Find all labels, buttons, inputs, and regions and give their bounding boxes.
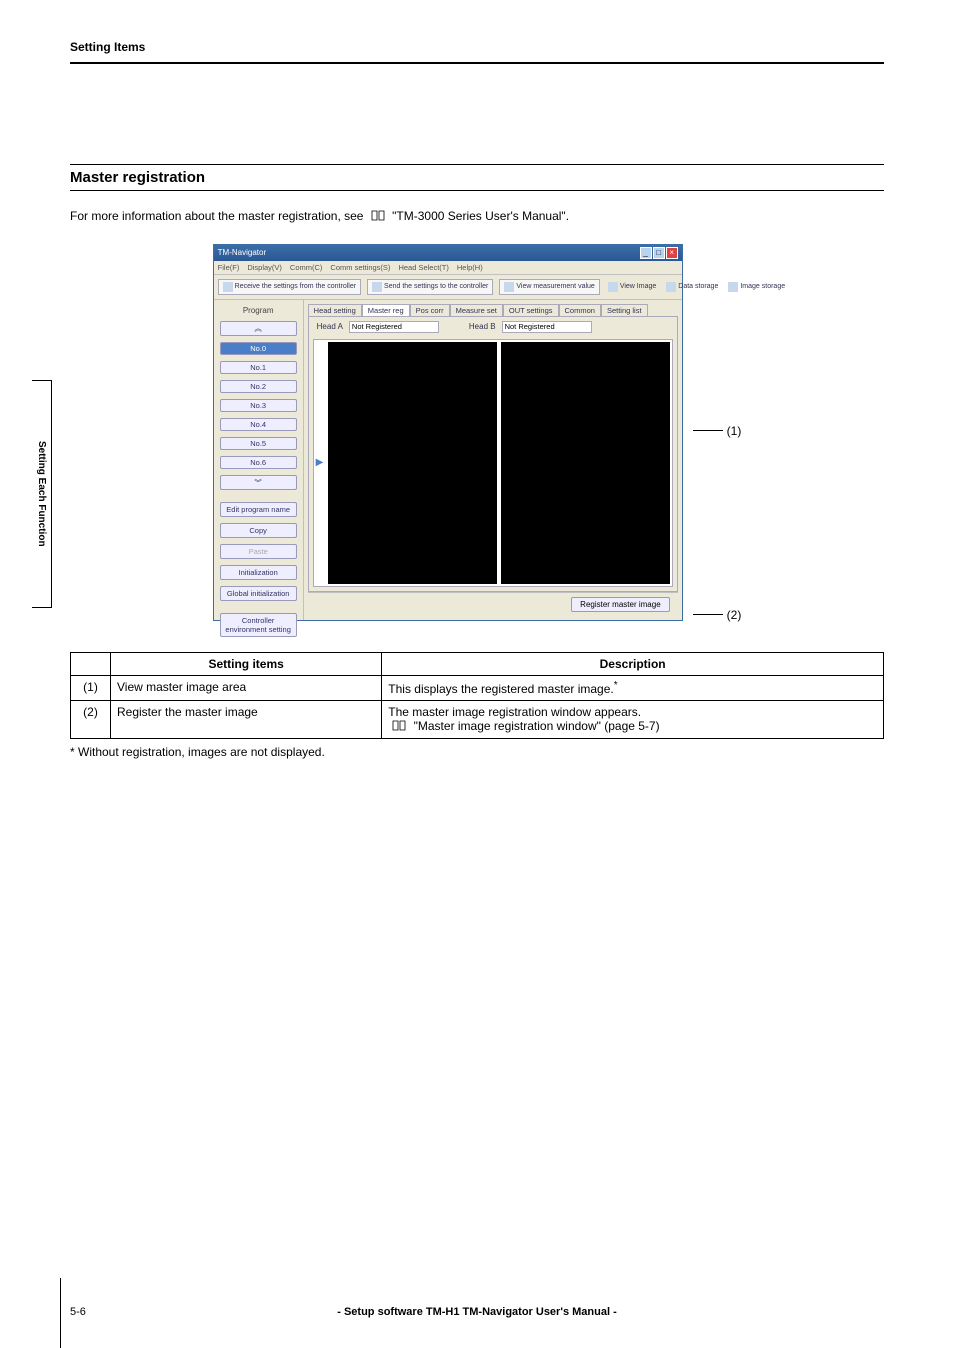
col-description: Description bbox=[382, 652, 884, 675]
program-item-5[interactable]: No.5 bbox=[220, 437, 297, 450]
tab-measure-set[interactable]: Measure set bbox=[450, 304, 503, 316]
intro-text: For more information about the master re… bbox=[70, 209, 884, 224]
head-b-image bbox=[501, 342, 670, 584]
titlebar: TM-Navigator _ □ × bbox=[214, 245, 682, 261]
register-master-image-button[interactable]: Register master image bbox=[571, 597, 669, 612]
program-item-4[interactable]: No.4 bbox=[220, 418, 297, 431]
description-table: Setting items Description (1) View maste… bbox=[70, 652, 884, 739]
tab-setting-list[interactable]: Setting list bbox=[601, 304, 648, 316]
view-measurement-button[interactable]: View measurement value bbox=[499, 279, 599, 295]
app-window: TM-Navigator _ □ × File(F) Display(V) Co… bbox=[213, 244, 683, 621]
tab-master-reg[interactable]: Master reg bbox=[362, 304, 410, 316]
head-b-label: Head B bbox=[469, 322, 496, 331]
footnote: * Without registration, images are not d… bbox=[70, 745, 884, 759]
expand-arrow-icon[interactable]: ▶ bbox=[316, 457, 324, 468]
meter-icon bbox=[504, 282, 514, 292]
master-image-area: ▶ bbox=[313, 339, 673, 587]
tab-panel: Head A Head B ▶ bbox=[308, 316, 678, 592]
intro-suffix: "TM-3000 Series User's Manual". bbox=[392, 209, 569, 223]
window-title: TM-Navigator bbox=[218, 248, 266, 257]
scroll-up-button[interactable]: ︽ bbox=[220, 321, 297, 336]
menu-item-file[interactable]: File(F) bbox=[218, 263, 240, 272]
col-setting-items: Setting items bbox=[111, 652, 382, 675]
menu-item-display[interactable]: Display(V) bbox=[247, 263, 282, 272]
main-area: Program ︽ No.0 No.1 No.2 No.3 No.4 No.5 … bbox=[214, 300, 682, 620]
page-footer: 5-6 - Setup software TM-H1 TM-Navigator … bbox=[70, 1306, 884, 1318]
menu-item-help[interactable]: Help(H) bbox=[457, 263, 483, 272]
receive-settings-button[interactable]: Receive the settings from the controller bbox=[218, 279, 361, 295]
menu-item-head-select[interactable]: Head Select(T) bbox=[398, 263, 448, 272]
paste-button[interactable]: Paste bbox=[220, 544, 297, 559]
book-icon bbox=[392, 720, 406, 734]
head-a-field bbox=[349, 321, 439, 333]
table-row: (2) Register the master image The master… bbox=[71, 700, 884, 738]
program-sidebar: Program ︽ No.0 No.1 No.2 No.3 No.4 No.5 … bbox=[214, 300, 304, 620]
running-header: Setting Items bbox=[70, 40, 884, 54]
callout-1: (1) bbox=[727, 424, 742, 438]
storage-icon bbox=[666, 282, 676, 292]
copy-button[interactable]: Copy bbox=[220, 523, 297, 538]
edit-program-name-button[interactable]: Edit program name bbox=[220, 502, 297, 517]
tab-common[interactable]: Common bbox=[559, 304, 601, 316]
book-icon bbox=[371, 210, 385, 224]
program-item-6[interactable]: No.6 bbox=[220, 456, 297, 469]
close-button[interactable]: × bbox=[666, 247, 678, 259]
scroll-down-button[interactable]: ︾ bbox=[220, 475, 297, 490]
program-item-3[interactable]: No.3 bbox=[220, 399, 297, 412]
global-init-button[interactable]: Global initialization bbox=[220, 586, 297, 601]
send-settings-button[interactable]: Send the settings to the controller bbox=[367, 279, 493, 295]
program-item-2[interactable]: No.2 bbox=[220, 380, 297, 393]
view-image-button[interactable]: View Image bbox=[606, 279, 658, 295]
image-icon bbox=[608, 282, 618, 292]
program-item-0[interactable]: No.0 bbox=[220, 342, 297, 355]
tab-out-settings[interactable]: OUT settings bbox=[503, 304, 559, 316]
head-b-field bbox=[502, 321, 592, 333]
footer-rule bbox=[60, 1278, 61, 1348]
callout-2: (2) bbox=[727, 608, 742, 622]
tab-pos-corr[interactable]: Pos corr bbox=[410, 304, 450, 316]
head-a-image bbox=[328, 342, 497, 584]
section-title: Master registration bbox=[70, 164, 884, 191]
toolbar: Receive the settings from the controller… bbox=[214, 275, 682, 300]
table-row: (1) View master image area This displays… bbox=[71, 675, 884, 700]
menu-item-comm[interactable]: Comm(C) bbox=[290, 263, 323, 272]
footer-title: - Setup software TM-H1 TM-Navigator User… bbox=[70, 1306, 884, 1318]
initialization-button[interactable]: Initialization bbox=[220, 565, 297, 580]
upload-icon bbox=[372, 282, 382, 292]
intro-prefix: For more information about the master re… bbox=[70, 209, 367, 223]
content-panel: Head setting Master reg Pos corr Measure… bbox=[304, 300, 682, 620]
header-rule bbox=[70, 62, 884, 64]
menu-item-comm-settings[interactable]: Comm settings(S) bbox=[330, 263, 390, 272]
tab-head-setting[interactable]: Head setting bbox=[308, 304, 362, 316]
program-item-1[interactable]: No.1 bbox=[220, 361, 297, 374]
controller-env-button[interactable]: Controller environment setting bbox=[220, 613, 297, 637]
menubar: File(F) Display(V) Comm(C) Comm settings… bbox=[214, 261, 682, 275]
side-tab: Setting Each Function bbox=[32, 380, 52, 608]
minimize-button[interactable]: _ bbox=[640, 247, 652, 259]
head-a-label: Head A bbox=[317, 322, 343, 331]
maximize-button[interactable]: □ bbox=[653, 247, 665, 259]
tab-strip: Head setting Master reg Pos corr Measure… bbox=[308, 304, 678, 316]
program-label: Program bbox=[220, 306, 297, 315]
download-icon bbox=[223, 282, 233, 292]
